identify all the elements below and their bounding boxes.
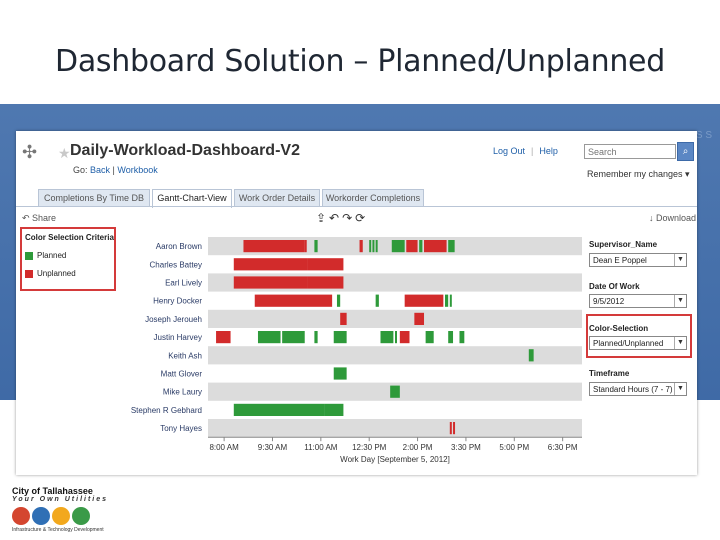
timeframe-select[interactable]: Standard Hours (7 - 7) ▼: [589, 382, 687, 396]
row-band: [208, 419, 582, 438]
chevron-down-icon: ▼: [674, 254, 686, 266]
unplanned-bar: [449, 422, 452, 435]
unplanned-bar: [453, 422, 456, 435]
planned-bar: [375, 240, 378, 253]
search-input[interactable]: [584, 144, 676, 159]
row-band: [208, 309, 582, 328]
download-icon: ↓: [649, 213, 657, 223]
planned-bar: [395, 331, 397, 344]
planned-bar: [380, 331, 394, 344]
filter-label-date: Date Of Work: [589, 282, 640, 291]
planned-bar: [314, 331, 318, 344]
unplanned-bar: [424, 240, 447, 253]
supervisor-select[interactable]: Dean E Poppel ▼: [589, 253, 687, 267]
planned-bar: [369, 240, 372, 253]
water-icon: [32, 507, 50, 525]
unplanned-bar: [233, 276, 308, 289]
x-tick-label: 9:30 AM: [258, 443, 288, 452]
filter-label-color-selection: Color-Selection: [589, 324, 649, 333]
color-selection-select[interactable]: Planned/Unplanned ▼: [589, 336, 687, 350]
planned-bar: [336, 294, 341, 307]
city-subtitle: Infrastructure & Technology Development: [12, 527, 104, 533]
date-select[interactable]: 9/5/2012 ▼: [589, 294, 687, 308]
x-tick-label: 3:30 PM: [451, 443, 481, 452]
gantt-chart: Aaron Brown Charles Battey Earl Lively Henr…: [131, 237, 582, 464]
x-tick-label: 12:30 PM: [352, 443, 387, 452]
x-tick-label: 5:00 PM: [499, 443, 529, 452]
x-tick-label: 2:00 PM: [403, 443, 433, 452]
planned-bar: [333, 367, 347, 380]
planned-bar: [233, 403, 325, 416]
row-label: Matt Glover: [161, 370, 203, 379]
planned-bar: [528, 349, 534, 362]
unplanned-bar: [243, 240, 305, 253]
row-label: Justin Harvey: [154, 333, 202, 342]
row-label: Stephen R Gebhard: [131, 406, 202, 415]
planned-bar: [257, 331, 281, 344]
unplanned-bar: [414, 312, 425, 325]
gas-icon: [52, 507, 70, 525]
row-label: Mike Laury: [163, 388, 202, 397]
row-label: Henry Docker: [153, 297, 202, 306]
planned-bar: [372, 240, 375, 253]
row-label: Charles Battey: [150, 260, 202, 269]
utility-icons: [12, 507, 108, 527]
unplanned-bar: [233, 258, 308, 271]
row-label: Earl Lively: [165, 279, 202, 288]
planned-bar: [459, 331, 465, 344]
unplanned-bar: [340, 312, 347, 325]
planned-bar: [391, 240, 405, 253]
filter-label-timeframe: Timeframe: [589, 369, 630, 378]
planned-bar: [375, 294, 379, 307]
slide-title: Dashboard Solution – Planned/Unplanned: [55, 44, 665, 79]
unplanned-bar: [307, 276, 344, 289]
city-name: City of Tallahassee: [12, 486, 93, 496]
unplanned-bar: [216, 331, 231, 344]
electric-icon: [12, 507, 30, 525]
planned-bar: [314, 240, 318, 253]
x-tick-label: 8:00 AM: [209, 443, 239, 452]
unplanned-bar: [254, 294, 333, 307]
row-label: Keith Ash: [168, 351, 202, 360]
row-band: [208, 346, 582, 365]
chevron-down-icon: ▼: [674, 295, 686, 307]
unplanned-bar: [399, 331, 410, 344]
city-logo: City of Tallahassee Your Own Utilities I…: [12, 486, 108, 533]
chevron-down-icon: ▼: [674, 383, 686, 395]
filter-label-supervisor: Supervisor_Name: [589, 240, 658, 249]
planned-bar: [425, 331, 434, 344]
unplanned-bar: [404, 294, 444, 307]
row-label: Joseph Jeroueh: [145, 315, 202, 324]
x-axis-label: Work Day [September 5, 2012]: [340, 455, 450, 464]
unplanned-bar: [304, 240, 307, 253]
city-tagline: Your Own Utilities: [12, 496, 109, 503]
dashboard-screenshot: ✣ ★ Daily-Workload-Dashboard-V2 Go: Back…: [16, 131, 697, 475]
unplanned-bar: [406, 240, 418, 253]
remember-changes-dropdown[interactable]: Remember my changes ▾: [587, 169, 690, 180]
planned-bar: [333, 331, 347, 344]
planned-bar: [419, 240, 423, 253]
row-label: Aaron Brown: [156, 242, 202, 251]
planned-bar: [282, 331, 305, 344]
unplanned-bar: [307, 258, 344, 271]
solid-waste-icon: [72, 507, 90, 525]
planned-bar: [448, 240, 455, 253]
planned-bar: [390, 385, 400, 398]
x-tick-label: 11:00 AM: [304, 443, 338, 452]
planned-bar: [448, 331, 454, 344]
chevron-down-icon: ▼: [674, 337, 686, 349]
watermark-text: S S: [695, 130, 712, 141]
download-button[interactable]: ↓ Download: [649, 213, 696, 223]
planned-bar: [449, 294, 452, 307]
planned-bar: [324, 403, 344, 416]
x-tick-label: 6:30 PM: [548, 443, 578, 452]
search-icon[interactable]: ⌕: [677, 142, 694, 161]
row-label: Tony Hayes: [160, 424, 202, 433]
unplanned-bar: [359, 240, 363, 253]
planned-bar: [444, 294, 449, 307]
